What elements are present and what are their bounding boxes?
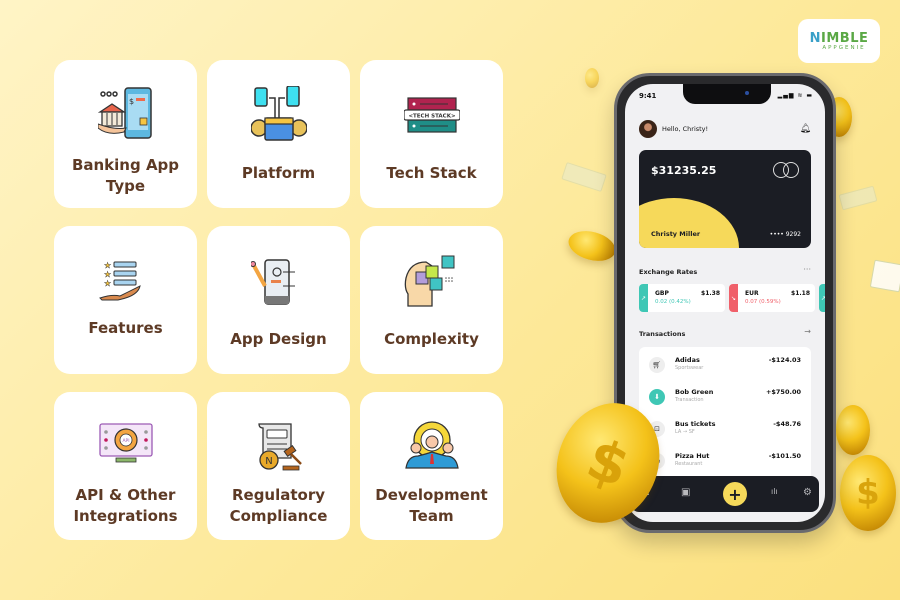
app-design-icon: [250, 259, 295, 305]
coin-stack-decoration: [836, 405, 870, 455]
factor-label: Banking App Type: [71, 156, 180, 195]
card-balance: $31235.25: [651, 164, 717, 177]
rate-card-partial[interactable]: ↗: [819, 284, 825, 312]
factor-label: Platform: [241, 164, 316, 182]
wallet-icon[interactable]: ▣: [681, 487, 690, 498]
exchange-rates-row: ↗ GBP $1.38 0.02 (0.42%) ↘ EUR $1.18 0.0…: [639, 284, 825, 312]
download-icon: ⬇: [649, 389, 665, 405]
svg-text:$: $: [129, 97, 134, 106]
more-options-icon[interactable]: ···: [803, 265, 811, 274]
legal-document-icon: N: [257, 423, 302, 471]
factor-label: Complexity: [384, 330, 479, 348]
svg-text:★: ★: [104, 270, 111, 279]
camera-dot: [745, 91, 749, 95]
status-time: 9:41: [639, 92, 657, 100]
add-button[interactable]: +: [723, 482, 747, 506]
cart-icon: 🛒︎: [649, 357, 665, 373]
trend-down-icon: ↘: [729, 284, 738, 312]
mastercard-icon: [773, 162, 799, 178]
factor-card-api-integrations: API API & Other Integrations: [54, 392, 197, 540]
factor-card-platform: Platform: [207, 60, 350, 208]
floating-coin-decoration: [565, 226, 619, 266]
svg-text:★: ★: [104, 279, 111, 288]
transaction-row[interactable]: ⊡ Bus tickets LA → SF -$48.76: [639, 415, 811, 445]
factor-card-features: ★ ★ ★ Features: [54, 226, 197, 374]
factor-label: App Design: [230, 330, 327, 348]
floating-coin-decoration: [585, 68, 599, 88]
factor-label: API & Other Integrations: [73, 486, 178, 525]
factor-label: Regulatory Compliance: [229, 486, 328, 525]
user-avatar[interactable]: [639, 120, 657, 138]
factor-card-banking-app-type: $ Banking App Type: [54, 60, 197, 208]
transaction-row[interactable]: 🛒︎ Adidas Sportswear -$124.03: [639, 351, 811, 381]
floating-receipt-decoration: [869, 259, 900, 293]
factor-label: Tech Stack: [386, 164, 477, 182]
floating-banknote-decoration: [561, 161, 607, 193]
features-list-icon: ★ ★ ★: [98, 261, 141, 301]
status-icons: ▂▄▆ ≋ ▬: [777, 92, 813, 99]
svg-text:API: API: [122, 438, 129, 444]
bottom-tab-bar: ⌂ ▣ + ılı ⚙: [631, 476, 819, 512]
trend-up-icon: ↗: [819, 284, 825, 312]
svg-text:<TECH STACK>: <TECH STACK>: [408, 114, 456, 120]
bell-icon[interactable]: 🔔︎: [800, 124, 811, 134]
transactions-title: Transactions: [639, 330, 686, 338]
greeting-row: Hello, Christy!: [639, 120, 708, 138]
factor-card-regulatory-compliance: N Regulatory Compliance: [207, 392, 350, 540]
tech-stack-icon: <TECH STACK>: [403, 97, 460, 133]
brand-logo: NIMBLE APPGENIE: [798, 19, 880, 63]
card-yellow-shape: [639, 198, 739, 248]
factor-label: Features: [88, 319, 163, 337]
phone-notch: [683, 84, 771, 104]
logo-wordmark: NIMBLE: [809, 30, 869, 46]
factor-label: Development Team: [375, 486, 488, 525]
svg-text:N: N: [265, 456, 272, 467]
rate-card-gbp[interactable]: ↗ GBP $1.38 0.02 (0.42%): [639, 284, 725, 312]
factor-card-app-design: App Design: [207, 226, 350, 374]
greeting-text: Hello, Christy!: [662, 125, 709, 133]
transactions-list: 🛒︎ Adidas Sportswear -$124.03 ⬇ Bob Gree…: [639, 347, 811, 487]
transaction-row[interactable]: ⬇ Bob Green Transaction +$750.00: [639, 383, 811, 413]
factor-card-development-team: Development Team: [360, 392, 503, 540]
logo-subtitle: APPGENIE: [822, 44, 866, 51]
dollar-coin-decoration: $: [840, 455, 896, 531]
platform-devices-icon: [250, 86, 307, 141]
factor-card-tech-stack: <TECH STACK> Tech Stack: [360, 60, 503, 208]
rate-card-eur[interactable]: ↘ EUR $1.18 0.07 (0.59%): [729, 284, 815, 312]
arrow-right-icon[interactable]: →: [804, 327, 811, 336]
bank-mobile-icon: $: [97, 87, 152, 139]
svg-text:★: ★: [104, 261, 111, 270]
trend-up-icon: ↗: [639, 284, 648, 312]
exchange-rates-title: Exchange Rates: [639, 268, 698, 276]
api-gear-icon: API: [98, 423, 153, 463]
factor-card-complexity: Complexity: [360, 226, 503, 374]
stats-icon[interactable]: ılı: [771, 487, 778, 496]
puzzle-head-icon: [404, 255, 454, 307]
floating-banknote-decoration: [838, 185, 878, 211]
factors-grid: $ Banking App Type Platform <TECH STACK>…: [54, 60, 519, 540]
transaction-row[interactable]: ◔ Pizza Hut Restaurant -$101.50: [639, 447, 811, 477]
bank-card[interactable]: $31235.25 Christy Miller •••• 9292: [639, 150, 811, 248]
card-holder-name: Christy Miller: [651, 230, 701, 238]
settings-icon[interactable]: ⚙: [803, 487, 812, 498]
team-gear-icon: [404, 421, 459, 469]
card-number: •••• 9292: [769, 231, 801, 238]
